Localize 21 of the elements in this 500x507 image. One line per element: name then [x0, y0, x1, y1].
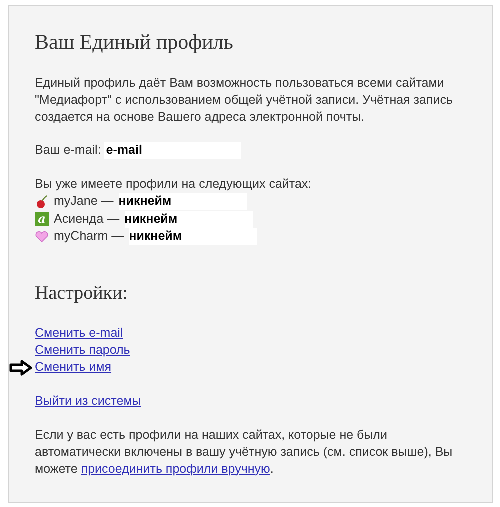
email-value: e-mail	[104, 142, 242, 159]
heart-icon	[35, 230, 49, 243]
page-title: Ваш Единый профиль	[35, 29, 234, 56]
site-logo-icon: a	[35, 212, 49, 226]
nickname: никнейм	[124, 210, 253, 228]
site-name: Асиенда —	[54, 210, 120, 228]
settings-title: Настройки:	[35, 282, 129, 306]
profiles-heading: Вы уже имеете профили на следующих сайтах:	[35, 176, 313, 193]
site-name: myJane —	[54, 193, 114, 210]
email-label: Ваш e-mail:	[35, 142, 102, 159]
site-name: myCharm —	[54, 228, 124, 246]
settings-link[interactable]: Сменить пароль	[35, 342, 130, 356]
attach-profiles-link[interactable]: присоединить профили вручную	[81, 462, 270, 476]
cherry-icon	[35, 194, 49, 209]
footer-text: Если у вас есть профили на наших сайтах, которые не были автоматически включены в вашу учётную запись (см. список выше), Вы можете присоединить профили вручную.	[35, 426, 454, 478]
settings-link[interactable]: Сменить e-mail	[35, 326, 124, 340]
nickname: никнейм	[129, 228, 258, 246]
intro-text: Единый профиль даёт Вам возможность пользоваться всеми сайтами "Медиафорт" с использованием общей учётной записи. Учётная запись создается на основе Вашего адреса электронной почты.	[35, 75, 454, 126]
nickname: никнейм	[118, 193, 247, 210]
logout-link[interactable]: Выйти из системы	[35, 392, 142, 410]
settings-link[interactable]: Сменить имя	[35, 360, 112, 374]
